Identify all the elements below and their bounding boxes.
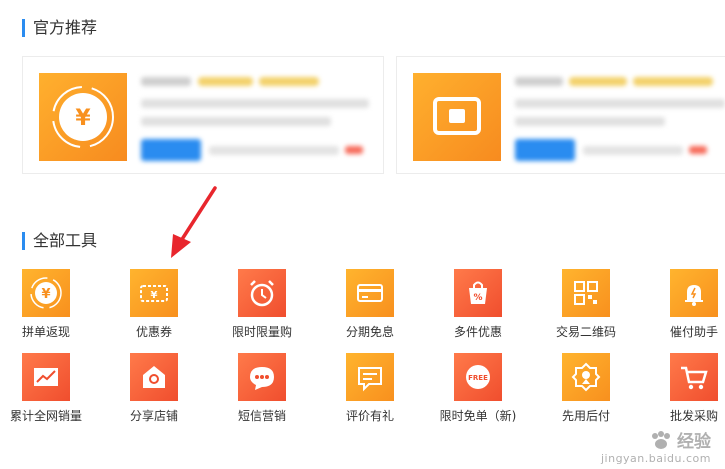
message-icon [238,353,286,401]
screen-icon [433,97,481,135]
tool-label: 限时免单（新) [439,409,517,423]
tool-label: 累计全网销量 [9,409,82,423]
credit-card-icon [346,269,394,317]
tool-label: 优惠券 [135,325,172,339]
svg-text:¥: ¥ [151,290,158,301]
tool-sms-marketing[interactable]: 短信营销 [208,353,316,433]
bell-icon [670,269,718,317]
recommend-card-thumbnail [413,73,501,161]
recommend-section-title: 官方推荐 [22,19,97,37]
recommend-card[interactable] [396,56,725,174]
medal-icon [562,353,610,401]
tool-coupon[interactable]: ¥ 优惠券 [100,269,208,349]
tool-label: 分期免息 [345,325,394,339]
tool-label: 评价有礼 [345,409,394,423]
tool-cashback[interactable]: ¥ 拼单返现 [0,269,100,349]
svg-text:¥: ¥ [75,106,91,131]
tool-label: 多件优惠 [453,325,502,339]
svg-text:%: % [473,293,482,303]
tool-label: 拼单返现 [21,325,70,339]
watermark-title: 经验 [677,432,711,452]
tool-label: 分享店铺 [129,409,178,423]
tool-label: 短信营销 [237,409,286,423]
qr-code-icon [562,269,610,317]
tool-label: 交易二维码 [555,325,616,339]
tool-payment-reminder[interactable]: 催付助手 [640,269,725,349]
tool-wholesale[interactable]: 批发采购 [640,353,725,433]
tool-label: 催付助手 [669,325,718,339]
svg-text:¥: ¥ [41,287,50,302]
paw-icon [652,430,670,449]
free-badge-icon: FREE [454,353,502,401]
watermark: 经验 jingyan.baidu.com [601,427,711,465]
tool-installment[interactable]: 分期免息 [316,269,424,349]
coin-icon: ¥ [22,269,70,317]
tool-share-store[interactable]: 分享店铺 [100,353,208,433]
tool-label: 批发采购 [669,409,718,423]
coupon-icon: ¥ [130,269,178,317]
tool-multi-discount[interactable]: % 多件优惠 [424,269,532,349]
recommend-card[interactable]: ¥ [22,56,384,174]
tool-flash-sale[interactable]: 限时限量购 [208,269,316,349]
tool-pay-later[interactable]: 先用后付 [532,353,640,433]
trend-chart-icon [22,353,70,401]
store-icon [130,353,178,401]
coin-icon: ¥ [52,86,114,148]
tool-label: 限时限量购 [231,325,292,339]
recommend-card-thumbnail: ¥ [39,73,127,161]
tool-total-sales[interactable]: 累计全网销量 [0,353,100,433]
tool-review-gift[interactable]: 评价有礼 [316,353,424,433]
comment-icon [346,353,394,401]
watermark-url: jingyan.baidu.com [600,452,711,465]
free-badge-text: FREE [468,374,488,382]
tool-qr-code[interactable]: 交易二维码 [532,269,640,349]
shopping-bag-icon: % [454,269,502,317]
tool-label: 先用后付 [561,409,610,423]
arrow-annotation-icon [171,186,217,258]
alarm-clock-icon [238,269,286,317]
tool-free-order[interactable]: FREE 限时免单（新) [424,353,532,433]
tools-section-title: 全部工具 [22,232,97,250]
cart-icon [670,353,718,401]
